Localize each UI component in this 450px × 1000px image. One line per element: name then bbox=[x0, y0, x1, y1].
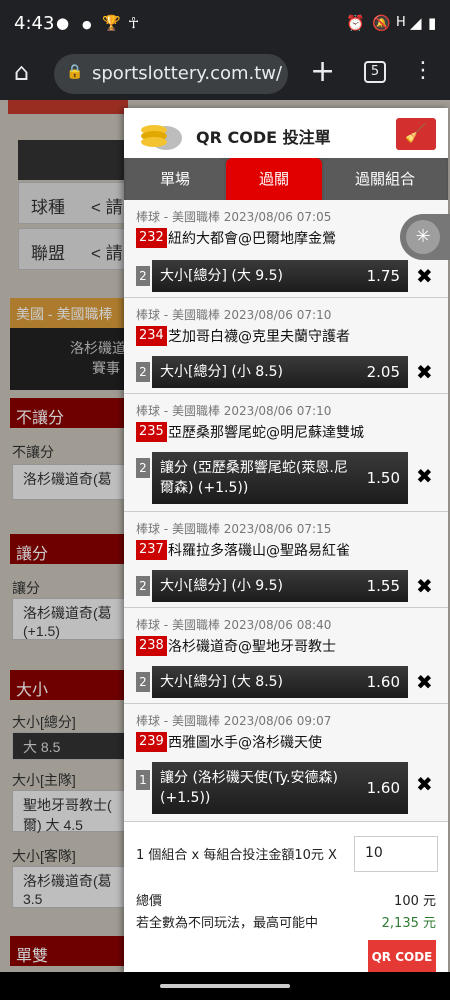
odds-value: 1.50 bbox=[366, 469, 400, 487]
tab-switcher-button[interactable]: 5 bbox=[364, 61, 386, 83]
bet-item: 棒球 - 美國職棒 2023/08/06 08:40 238 洛杉磯道奇@聖地牙… bbox=[124, 608, 448, 704]
match-name: 科羅拉多落磯山@聖路易紅雀 bbox=[168, 543, 350, 559]
game-number: 234 bbox=[136, 326, 167, 346]
panel-title: QR CODE 投注單 bbox=[196, 128, 331, 147]
tab-single[interactable]: 單場 bbox=[126, 158, 224, 200]
selection: 讓分 (亞歷桑那響尾蛇(萊恩.尼爾森) (+1.5)) 1.50 bbox=[152, 452, 408, 504]
clear-broom-button[interactable]: 🧹 bbox=[396, 118, 436, 150]
odds-value: 2.05 bbox=[366, 363, 400, 381]
selection-text: 大小[總分] (小 9.5) bbox=[160, 578, 284, 594]
bet-item: 棒球 - 美國職棒 2023/08/06 07:10 235 亞歷桑那響尾蛇@明… bbox=[124, 394, 448, 512]
combo-label: 1 個組合 x 每組合投注金額10元 X bbox=[136, 848, 337, 863]
home-gesture-handle[interactable] bbox=[160, 984, 290, 988]
game-number: 235 bbox=[136, 422, 167, 442]
game-number: 232 bbox=[136, 228, 167, 248]
panel-header: QR CODE 投注單 🧹 bbox=[124, 108, 448, 158]
coins-icon bbox=[141, 125, 182, 150]
bet-item: 棒球 - 美國職棒 2023/08/06 07:05 232 紐約大都會@巴爾地… bbox=[124, 200, 448, 298]
match-name: 西雅圖水手@洛杉磯天使 bbox=[168, 735, 322, 751]
odds-tag: 2 bbox=[136, 362, 150, 382]
tab-parlay-combo[interactable]: 過關組合 bbox=[324, 158, 446, 200]
total-value: 100 元 bbox=[394, 894, 436, 909]
selection-text: 讓分 (亞歷桑那響尾蛇(萊恩.尼爾森) (+1.5)) bbox=[160, 460, 348, 496]
bet-header: 棒球 - 美國職棒 2023/08/06 07:10 bbox=[136, 404, 332, 418]
signal-icon: H bbox=[396, 15, 406, 30]
selection-text: 大小[總分] (大 9.5) bbox=[160, 268, 284, 284]
remove-bet-icon[interactable]: ✖ bbox=[416, 574, 433, 598]
match-name: 紐約大都會@巴爾地摩金鶯 bbox=[168, 231, 336, 247]
tab-parlay[interactable]: 過關 bbox=[226, 158, 322, 200]
mute-icon: 🔕 bbox=[372, 14, 391, 32]
bet-type-tabs: 單場 過關 過關組合 bbox=[124, 158, 448, 200]
game-number: 238 bbox=[136, 636, 167, 656]
selection: 讓分 (洛杉磯天使(Ty.安德森) (+1.5)) 1.60 bbox=[152, 762, 408, 814]
match-name: 洛杉磯道奇@聖地牙哥教士 bbox=[168, 639, 336, 655]
url-text[interactable]: sportslottery.com.tw/zh bbox=[92, 63, 282, 84]
broom-icon: 🧹 bbox=[404, 123, 428, 144]
chat-bubble-icon: ● bbox=[56, 14, 70, 32]
game-number: 237 bbox=[136, 540, 167, 560]
trophy-icon: 🏆 bbox=[102, 14, 121, 32]
new-tab-icon[interactable]: + bbox=[310, 54, 335, 89]
selection: 大小[總分] (小 8.5) 2.05 bbox=[152, 356, 408, 388]
remove-bet-icon[interactable]: ✖ bbox=[416, 264, 433, 288]
lock-icon[interactable]: 🔒 bbox=[66, 64, 83, 80]
bet-header: 棒球 - 美國職棒 2023/08/06 07:15 bbox=[136, 522, 332, 536]
clock: 4:43 bbox=[14, 13, 55, 34]
address-bar[interactable]: 🔒 sportslottery.com.tw/zh bbox=[54, 54, 288, 94]
remove-bet-icon[interactable]: ✖ bbox=[416, 772, 433, 796]
remove-bet-icon[interactable]: ✖ bbox=[416, 670, 433, 694]
sparkle-icon: ✳ bbox=[406, 220, 440, 254]
odds-tag: 2 bbox=[136, 266, 150, 286]
bet-item: 棒球 - 美國職棒 2023/08/06 07:15 237 科羅拉多落磯山@聖… bbox=[124, 512, 448, 608]
floating-tool-button[interactable]: ✳ bbox=[400, 214, 450, 260]
bet-header: 棒球 - 美國職棒 2023/08/06 07:10 bbox=[136, 308, 332, 322]
dot-icon: ● bbox=[82, 18, 92, 31]
selection: 大小[總分] (大 9.5) 1.75 bbox=[152, 260, 408, 292]
odds-value: 1.75 bbox=[366, 267, 400, 285]
amount-input[interactable]: 10 bbox=[354, 836, 438, 872]
alarm-icon: ⏰ bbox=[346, 14, 365, 32]
bet-item: 棒球 - 美國職棒 2023/08/06 07:10 234 芝加哥白襪@克里夫… bbox=[124, 298, 448, 394]
match-name: 亞歷桑那響尾蛇@明尼蘇達雙城 bbox=[168, 425, 364, 441]
gesture-nav-bar bbox=[0, 972, 450, 1000]
qr-code-button[interactable]: QR CODE bbox=[368, 940, 436, 974]
bet-header: 棒球 - 美國職棒 2023/08/06 08:40 bbox=[136, 618, 332, 632]
odds-value: 1.60 bbox=[366, 779, 400, 797]
selection-text: 大小[總分] (大 8.5) bbox=[160, 674, 284, 690]
odds-tag: 2 bbox=[136, 576, 150, 596]
browser-toolbar: ⌂ 🔒 sportslottery.com.tw/zh + 5 ⋮ bbox=[0, 48, 450, 100]
status-bar: 4:43 ● ● 🏆 ☥ ⏰ 🔕 H ◢ ▮ bbox=[0, 0, 450, 48]
odds-tag: 2 bbox=[136, 672, 150, 692]
game-number: 239 bbox=[136, 732, 167, 752]
remove-bet-icon[interactable]: ✖ bbox=[416, 360, 433, 384]
more-menu-icon[interactable]: ⋮ bbox=[412, 58, 434, 83]
odds-tag: 1 bbox=[136, 770, 150, 790]
bet-item: 棒球 - 美國職棒 2023/08/06 09:07 239 西雅圖水手@洛杉磯… bbox=[124, 704, 448, 822]
remove-bet-icon[interactable]: ✖ bbox=[416, 464, 433, 488]
bet-header: 棒球 - 美國職棒 2023/08/06 07:05 bbox=[136, 210, 332, 224]
selection-text: 大小[總分] (小 8.5) bbox=[160, 364, 284, 380]
selection: 大小[總分] (大 8.5) 1.60 bbox=[152, 666, 408, 698]
selection: 大小[總分] (小 9.5) 1.55 bbox=[152, 570, 408, 602]
battery-icon: ▮ bbox=[428, 14, 437, 32]
odds-tag: 2 bbox=[136, 458, 150, 478]
odds-value: 1.55 bbox=[366, 577, 400, 595]
max-win-label: 若全數為不同玩法，最高可能中 bbox=[136, 916, 319, 931]
odds-value: 1.60 bbox=[366, 673, 400, 691]
selection-text: 讓分 (洛杉磯天使(Ty.安德森) (+1.5)) bbox=[160, 770, 338, 806]
bet-summary: 1 個組合 x 每組合投注金額10元 X 10 總價 100 元 若全數為不同玩… bbox=[124, 830, 448, 974]
home-icon[interactable]: ⌂ bbox=[14, 58, 29, 86]
match-name: 芝加哥白襪@克里夫蘭守護者 bbox=[168, 329, 350, 345]
signal-bars-icon: ◢ bbox=[410, 14, 422, 32]
total-label: 總價 bbox=[136, 894, 163, 909]
max-win-value: 2,135 元 bbox=[381, 916, 436, 931]
accessibility-icon: ☥ bbox=[128, 14, 140, 32]
bet-header: 棒球 - 美國職棒 2023/08/06 09:07 bbox=[136, 714, 332, 728]
